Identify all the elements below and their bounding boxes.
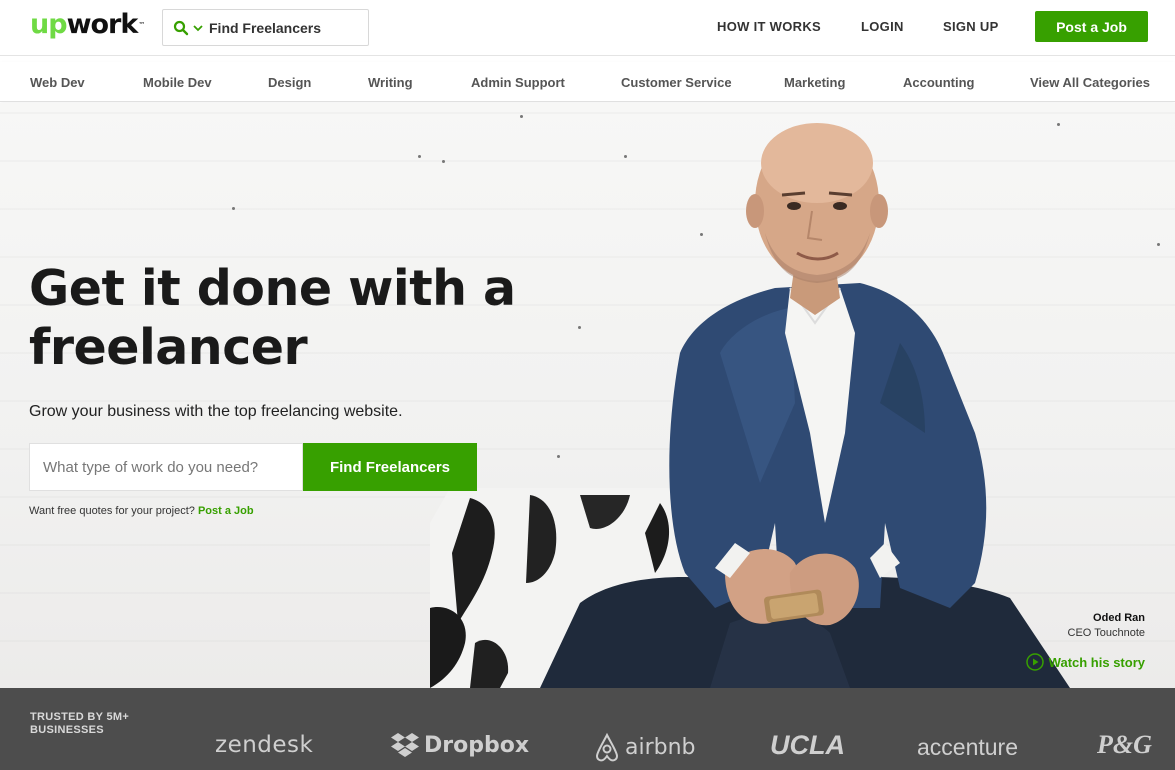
hero-subtitle: Grow your business with the top freelanc… (29, 403, 403, 420)
brand-dropbox: Dropbox (390, 732, 529, 758)
upwork-logo[interactable]: upwork™ (30, 9, 145, 41)
post-job-link[interactable]: Post a Job (198, 505, 254, 517)
category-marketing[interactable]: Marketing (784, 75, 845, 90)
free-quotes-text: Want free quotes for your project? (29, 505, 195, 517)
search-type-selector[interactable]: Find Freelancers (162, 9, 369, 46)
free-quotes-prompt: Want free quotes for your project? Post … (29, 505, 254, 517)
brand-airbnb: airbnb (593, 732, 696, 762)
hero-photo-person (430, 123, 1070, 688)
find-freelancers-button[interactable]: Find Freelancers (303, 443, 477, 491)
hero-section: Get it done with a freelancer Grow your … (0, 103, 1175, 688)
testimonial-role: CEO Touchnote (1067, 627, 1145, 639)
hero-title: Get it done with a freelancer (29, 260, 516, 376)
brand-pg: P&G (1097, 730, 1152, 759)
nav-login[interactable]: LOGIN (861, 19, 904, 34)
brand-zendesk: zendesk (215, 732, 314, 758)
wall-speck (418, 155, 421, 158)
testimonial-name: Oded Ran (1093, 612, 1145, 624)
category-design[interactable]: Design (268, 75, 311, 90)
play-circle-icon (1025, 653, 1044, 671)
category-web-dev[interactable]: Web Dev (30, 75, 85, 90)
logo-trademark: ™ (138, 21, 146, 29)
post-job-button[interactable]: Post a Job (1035, 11, 1148, 42)
category-view-all[interactable]: View All Categories (1030, 75, 1150, 90)
brand-dropbox-text: Dropbox (424, 732, 530, 758)
category-admin-support[interactable]: Admin Support (471, 75, 565, 90)
search-icon (173, 20, 189, 35)
work-search-input[interactable] (29, 443, 303, 491)
brand-ucla: UCLA (770, 730, 845, 760)
top-header: upwork™ Find Freelancers HOW IT WORKS LO… (0, 0, 1175, 56)
hero-search-form: Find Freelancers (29, 443, 477, 491)
category-accounting[interactable]: Accounting (903, 75, 975, 90)
category-mobile-dev[interactable]: Mobile Dev (143, 75, 212, 90)
nav-sign-up[interactable]: SIGN UP (943, 19, 999, 34)
wall-speck (232, 207, 235, 210)
logo-up-text: up (30, 9, 68, 40)
logo-work-text: work (66, 9, 139, 40)
airbnb-logo-icon (595, 732, 619, 762)
brand-airbnb-text: airbnb (625, 734, 696, 760)
dropbox-logo-icon (391, 733, 419, 757)
search-selector-label: Find Freelancers (209, 19, 322, 36)
watch-story-link[interactable]: Watch his story (1025, 653, 1145, 671)
trusted-label: TRUSTED BY 5M+ BUSINESSES (30, 711, 130, 736)
chevron-down-icon (193, 24, 203, 31)
nav-how-it-works[interactable]: HOW IT WORKS (717, 19, 821, 34)
category-writing[interactable]: Writing (368, 75, 413, 90)
trusted-by-bar: TRUSTED BY 5M+ BUSINESSES zendesk Dropbo… (0, 688, 1175, 770)
watch-story-label: Watch his story (1048, 654, 1145, 670)
category-nav: Web Dev Mobile Dev Design Writing Admin … (0, 62, 1175, 102)
brand-accenture: accenture (917, 734, 1019, 760)
category-customer-service[interactable]: Customer Service (621, 75, 732, 90)
